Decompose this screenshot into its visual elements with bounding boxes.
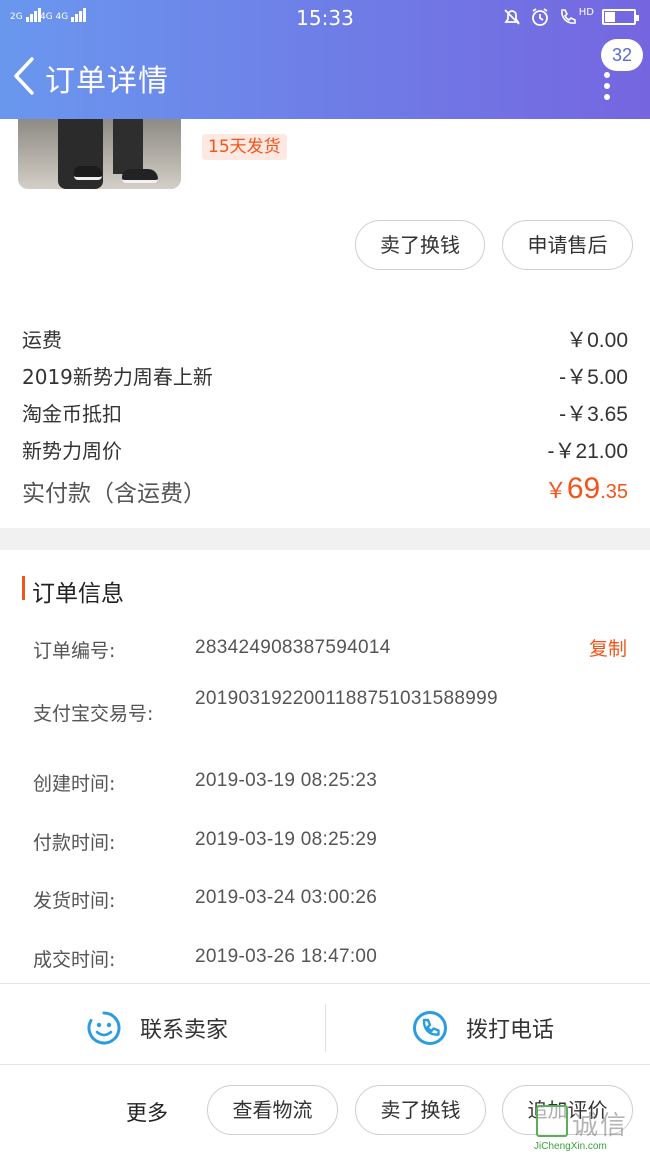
fee-label: 运费 — [22, 328, 62, 352]
created-time-label: 创建时间: — [33, 773, 116, 795]
after-sale-button[interactable]: 申请售后 — [502, 220, 633, 270]
watermark-url: JiChengXin.com — [534, 1141, 607, 1152]
deal-time-value: 2019-03-26 18:47:00 — [195, 946, 378, 967]
message-count-badge: 32 — [601, 39, 643, 71]
chat-smile-icon — [87, 1011, 121, 1045]
alipay-trade-label: 支付宝交易号: — [33, 703, 154, 725]
fee-row: 淘金币抵扣 -￥3.65 — [22, 398, 628, 427]
fee-label: 2019新势力周春上新 — [22, 365, 213, 389]
order-number-label: 订单编号: — [33, 640, 116, 662]
battery-icon — [602, 9, 639, 25]
call-button[interactable]: 拨打电话 — [412, 1010, 554, 1046]
sell-for-cash-button[interactable]: 卖了换钱 — [355, 220, 485, 270]
section-divider — [0, 528, 650, 550]
fee-row: 运费 ￥0.00 — [22, 324, 628, 353]
app-header: 2G 4G 4G 15:33 HD 订单详情 32 — [0, 0, 650, 119]
more-dots-icon — [604, 72, 610, 105]
fee-value: -￥21.00 — [547, 440, 628, 463]
call-label: 拨打电话 — [466, 1018, 555, 1043]
back-arrow-icon[interactable] — [12, 56, 36, 96]
silent-bell-icon — [504, 9, 520, 25]
fee-value: -￥5.00 — [559, 366, 628, 389]
contact-seller-label: 联系卖家 — [140, 1018, 229, 1043]
total-currency: ￥ — [544, 478, 567, 503]
deal-time-label: 成交时间: — [33, 949, 116, 971]
page-title: 订单详情 — [45, 64, 169, 99]
contact-bar: 联系卖家 拨打电话 — [0, 983, 650, 1065]
battery-level — [605, 12, 615, 22]
section-accent-bar — [22, 576, 25, 600]
watermark-text: 诚信 — [572, 1111, 629, 1141]
alipay-trade-value: 2019031922001188751031588999 — [195, 688, 498, 709]
fee-value: -￥3.65 — [559, 403, 628, 426]
product-image[interactable] — [18, 119, 181, 189]
total-label: 实付款（含运费） — [22, 481, 206, 507]
total-amount: ￥69.35 — [545, 472, 628, 506]
fee-row: 新势力周价 -￥21.00 — [22, 435, 628, 464]
view-logistics-button[interactable]: 查看物流 — [207, 1085, 338, 1135]
fee-value: ￥0.00 — [566, 329, 628, 352]
total-integer: 69 — [566, 472, 601, 505]
paid-time-label: 付款时间: — [33, 832, 116, 854]
shipped-time-value: 2019-03-24 03:00:26 — [195, 887, 378, 908]
created-time-value: 2019-03-19 08:25:23 — [195, 770, 378, 791]
system-icons: HD — [502, 7, 639, 27]
order-number-value: 283424908387594014 — [195, 637, 391, 658]
watermark: 诚信 JiChengXin.com — [532, 1103, 650, 1155]
shipped-time-label: 发货时间: — [33, 890, 116, 912]
phone-icon — [413, 1011, 447, 1045]
paid-time-value: 2019-03-19 08:25:29 — [195, 829, 378, 850]
status-bar: 2G 4G 4G 15:33 HD — [0, 0, 650, 36]
sell-for-cash-button-bottom[interactable]: 卖了换钱 — [355, 1085, 486, 1135]
contact-divider — [325, 1004, 326, 1052]
hd-call-indicator: HD — [558, 7, 594, 27]
hd-label: HD — [578, 7, 594, 18]
call-icon — [560, 9, 576, 24]
fee-row: 2019新势力周春上新 -￥5.00 — [22, 361, 628, 390]
copy-button[interactable]: 复制 — [589, 634, 627, 661]
fee-label: 淘金币抵扣 — [22, 402, 122, 426]
watermark-logo — [536, 1105, 568, 1137]
fee-label: 新势力周价 — [22, 439, 122, 463]
more-menu-button[interactable]: 32 — [578, 36, 650, 106]
more-button[interactable]: 更多 — [126, 1097, 168, 1127]
order-info-title: 订单信息 — [32, 581, 124, 607]
shipping-tag: 15天发货 — [202, 134, 287, 160]
total-decimal: .35 — [600, 481, 628, 503]
contact-seller-button[interactable]: 联系卖家 — [86, 1010, 228, 1046]
alarm-icon — [531, 8, 548, 26]
